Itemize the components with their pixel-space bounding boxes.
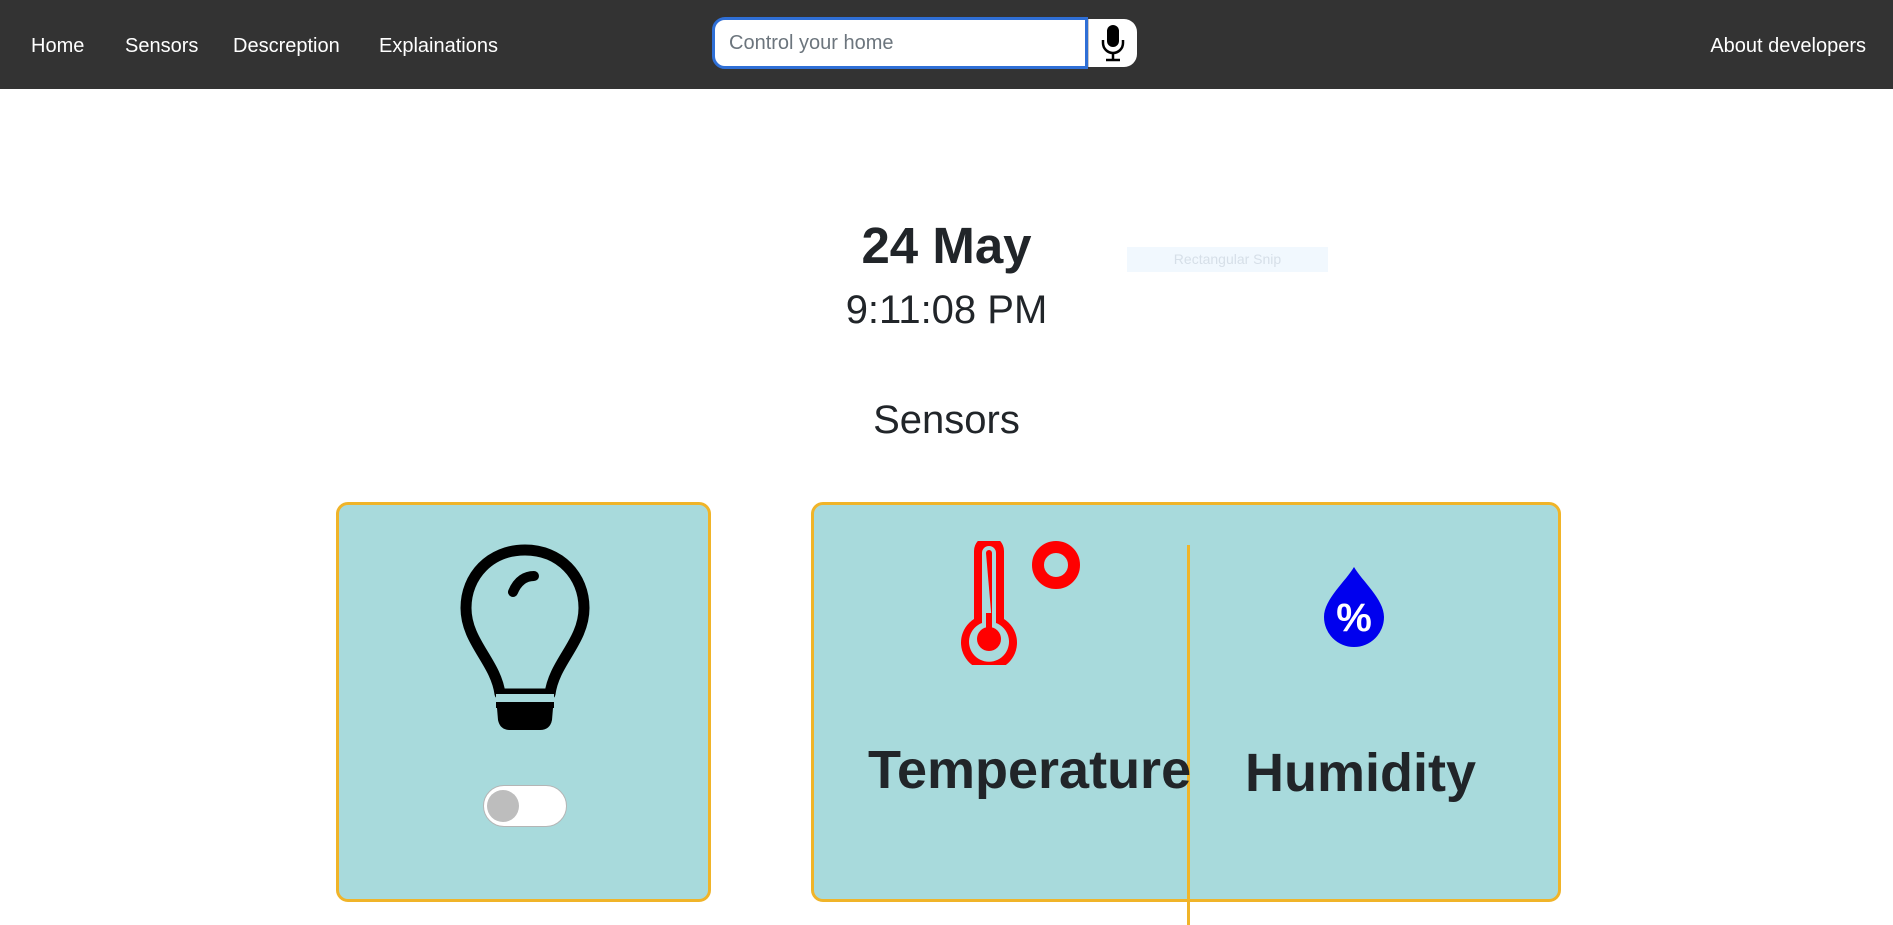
card-divider — [1187, 545, 1190, 925]
nav-sensors-link[interactable]: Sensors — [125, 34, 198, 58]
current-date: 24 May — [861, 217, 1032, 274]
search-bar — [712, 17, 1137, 69]
thermometer-icon — [961, 541, 1080, 665]
section-title: Sensors — [873, 398, 1020, 442]
nav-description-link[interactable]: Descreption — [233, 34, 340, 58]
light-card — [336, 502, 711, 902]
toggle-knob — [487, 790, 519, 822]
nav-about-developers-link[interactable]: About developers — [1710, 34, 1866, 58]
search-input[interactable] — [712, 17, 1088, 69]
navbar: Home Sensors Descreption Explainations A… — [0, 0, 1893, 89]
humidity-drop-icon: % — [1324, 567, 1384, 647]
snip-overlay-label: Rectangular Snip — [1127, 247, 1328, 272]
nav-home-link[interactable]: Home — [31, 34, 84, 58]
environment-card: % Temperature Humidity — [811, 502, 1561, 925]
current-time: 9:11:08 PM — [845, 288, 1048, 332]
microphone-icon — [1101, 25, 1125, 62]
voice-input-button[interactable] — [1088, 19, 1137, 67]
temperature-label: Temperature — [868, 740, 1192, 800]
nav-explanations-link[interactable]: Explainations — [379, 34, 498, 58]
svg-text:%: % — [1336, 596, 1372, 640]
light-toggle-switch[interactable] — [483, 785, 567, 827]
lightbulb-icon — [460, 544, 590, 730]
humidity-label: Humidity — [1245, 743, 1477, 803]
